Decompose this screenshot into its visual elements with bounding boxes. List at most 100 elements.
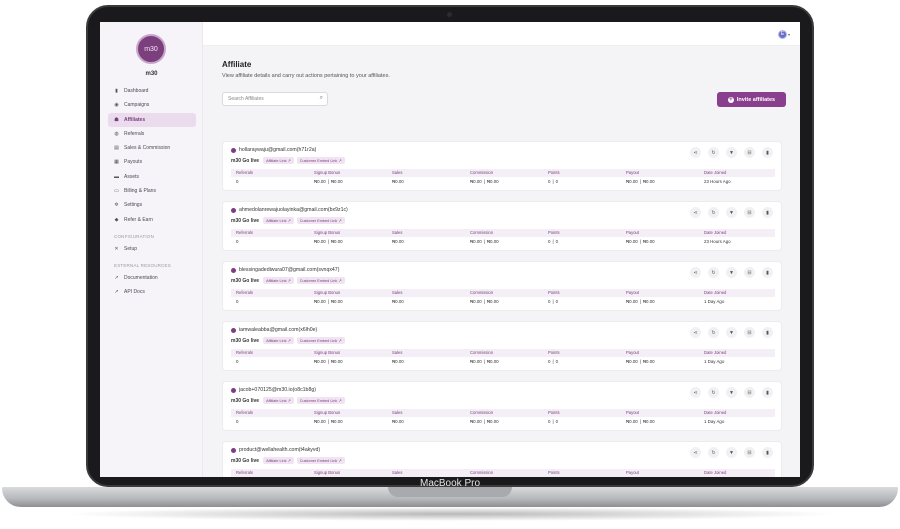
trophy-icon[interactable]: ▼ <box>726 327 737 338</box>
column-header: Referrals <box>236 290 253 295</box>
customer-embed-link[interactable]: Customer Embed Link ↗ <box>296 337 345 344</box>
sidebar-item-billing-plans[interactable]: ▭ Billing & Plans <box>108 184 196 198</box>
sidebar-item-settings[interactable]: ✲ Settings <box>108 198 196 212</box>
disable-icon[interactable]: ⊟ <box>744 387 755 398</box>
sidebar-item-assets[interactable]: ▬ Assets <box>108 170 196 184</box>
email-text: blessingadediwura07@gmail.com(svnqx47) <box>239 267 340 273</box>
search-icon: ⌕ <box>319 95 323 101</box>
affiliate-link[interactable]: Affiliate Link ↗ <box>263 217 294 224</box>
sales-value: ₦0.00 <box>392 359 404 364</box>
column-header: Points <box>548 350 560 355</box>
sidebar-item-setup[interactable]: ✕ Setup <box>108 242 196 256</box>
sidebar-item-dashboard[interactable]: ▮ Dashboard <box>108 84 196 98</box>
trophy-icon[interactable]: ▼ <box>726 207 737 218</box>
customer-embed-link[interactable]: Customer Embed Link ↗ <box>296 277 345 284</box>
brand-logo[interactable]: m30 <box>136 34 166 64</box>
invite-affiliates-button[interactable]: + Invite affiliates <box>717 92 786 107</box>
sidebar-item-refer-earn[interactable]: ◆ Refer & Earn <box>108 213 196 227</box>
trash-icon[interactable]: ▮ <box>762 207 773 218</box>
campaign-name: m30 Go live <box>231 397 260 404</box>
refresh-icon[interactable]: ↻ <box>708 387 719 398</box>
sidebar-item-affiliates[interactable]: ☗ Affiliates <box>108 112 196 127</box>
share-icon[interactable]: ⋖ <box>690 147 701 158</box>
refresh-icon[interactable]: ↻ <box>708 147 719 158</box>
invite-label: Invite affiliates <box>736 96 776 103</box>
sidebar-item-label: Billing & Plans <box>124 188 156 195</box>
customer-embed-link[interactable]: Customer Embed Link ↗ <box>296 457 345 464</box>
sidebar-item-label: Affiliates <box>124 116 146 123</box>
share-icon[interactable]: ⋖ <box>690 267 701 278</box>
sidebar-item-label: Referrals <box>124 130 145 137</box>
search-input[interactable]: Search Affiliates ⌕ <box>222 92 328 106</box>
trash-icon[interactable]: ▮ <box>762 447 773 458</box>
disable-icon[interactable]: ⊟ <box>744 267 755 278</box>
chevron-down-icon: ▾ <box>787 31 790 37</box>
affiliate-link[interactable]: Affiliate Link ↗ <box>263 277 294 284</box>
share-icon[interactable]: ⋖ <box>690 327 701 338</box>
user-menu[interactable]: E ▾ <box>778 28 790 40</box>
column-header: Payout <box>626 410 640 415</box>
sidebar-item-label: API Docs <box>124 288 145 295</box>
referrals-value: 0 <box>236 239 239 244</box>
sidebar-item-campaigns[interactable]: ◉ Campaigns <box>108 98 196 112</box>
share-icon[interactable]: ⋖ <box>690 447 701 458</box>
sidebar-item-sales-commission[interactable]: ▤ Sales & Commission <box>108 141 196 155</box>
page-title: Affiliate <box>222 60 252 69</box>
affiliate-email: jacob+070125@m30.io(o8c1b8g) <box>231 387 316 393</box>
sidebar-item-api-docs[interactable]: ↗ API Docs <box>108 285 196 299</box>
share-icon[interactable]: ⋖ <box>690 387 701 398</box>
customer-embed-link[interactable]: Customer Embed Link ↗ <box>296 217 345 224</box>
affiliate-card: product@wellahealth.com(t4akyvd) m30 Go l… <box>222 441 782 477</box>
points-value: 0 | 0 <box>548 299 559 304</box>
affiliate-link[interactable]: Affiliate Link ↗ <box>263 337 294 344</box>
trash-icon[interactable]: ▮ <box>762 387 773 398</box>
email-text: iamwaleabba@gmail.com(x6lh0e) <box>239 327 318 333</box>
sidebar-item-label: Assets <box>124 173 140 180</box>
disable-icon[interactable]: ⊟ <box>744 207 755 218</box>
trophy-icon[interactable]: ▼ <box>726 447 737 458</box>
column-header: Commission <box>470 170 494 175</box>
gear-icon: ✲ <box>114 202 119 209</box>
disable-icon[interactable]: ⊟ <box>744 147 755 158</box>
bar-chart-icon: ▮ <box>115 88 118 94</box>
date-joined-value: 1 Day Ago <box>704 359 725 364</box>
section-title-configuration: CONFIGURATION <box>114 233 155 239</box>
page-subtitle: View affiliate details and carry out act… <box>222 73 390 79</box>
customer-embed-link[interactable]: Customer Embed Link ↗ <box>296 397 345 404</box>
payout-value: ₦0.00 | ₦0.00 <box>626 299 655 304</box>
trash-icon[interactable]: ▮ <box>762 267 773 278</box>
card-actions: ⋖ ↻ ▼ ⊟ ▮ <box>683 447 773 458</box>
sidebar-item-referrals[interactable]: ◍ Referrals <box>108 127 196 141</box>
affiliate-link[interactable]: Affiliate Link ↗ <box>263 157 294 164</box>
trash-icon[interactable]: ▮ <box>762 327 773 338</box>
column-header: Signup Bonus <box>314 230 341 235</box>
trophy-icon[interactable]: ▼ <box>726 387 737 398</box>
refresh-icon[interactable]: ↻ <box>708 447 719 458</box>
refresh-icon[interactable]: ↻ <box>708 207 719 218</box>
referrals-value: 0 <box>236 419 239 424</box>
affiliate-link[interactable]: Affiliate Link ↗ <box>263 457 294 464</box>
stats-values: 0 ₦0.00 | ₦0.00 ₦0.00 ₦0.00 | ₦0.00 0 | 0 ₦0.00 | ₦0.… <box>231 238 775 246</box>
sidebar-item-documentation[interactable]: ↗ Documentation <box>108 271 196 285</box>
customer-embed-link[interactable]: Customer Embed Link ↗ <box>296 157 345 164</box>
affiliate-link[interactable]: Affiliate Link ↗ <box>263 397 294 404</box>
sales-value: ₦0.00 <box>392 419 404 424</box>
refresh-icon[interactable]: ↻ <box>708 267 719 278</box>
points-value: 0 | 0 <box>548 179 559 184</box>
trophy-icon[interactable]: ▼ <box>726 147 737 158</box>
device-label: MacBook Pro <box>419 478 481 489</box>
trophy-icon[interactable]: ▼ <box>726 267 737 278</box>
column-header: Signup Bonus <box>314 290 341 295</box>
disable-icon[interactable]: ⊟ <box>744 327 755 338</box>
share-icon[interactable]: ⋖ <box>690 207 701 218</box>
stats-header: Referrals Signup Bonus Sales Commission Poin… <box>231 469 775 477</box>
refresh-icon[interactable]: ↻ <box>708 327 719 338</box>
trash-icon[interactable]: ▮ <box>762 147 773 158</box>
disable-icon[interactable]: ⊟ <box>744 447 755 458</box>
column-header: Points <box>548 170 560 175</box>
column-header: Commission <box>470 410 494 415</box>
sidebar-item-payouts[interactable]: ▦ Payouts <box>108 155 196 169</box>
column-header: Points <box>548 230 560 235</box>
affiliate-card: blessingadediwura07@gmail.com(svnqx47) m3… <box>222 261 782 311</box>
column-header: Payout <box>626 170 640 175</box>
